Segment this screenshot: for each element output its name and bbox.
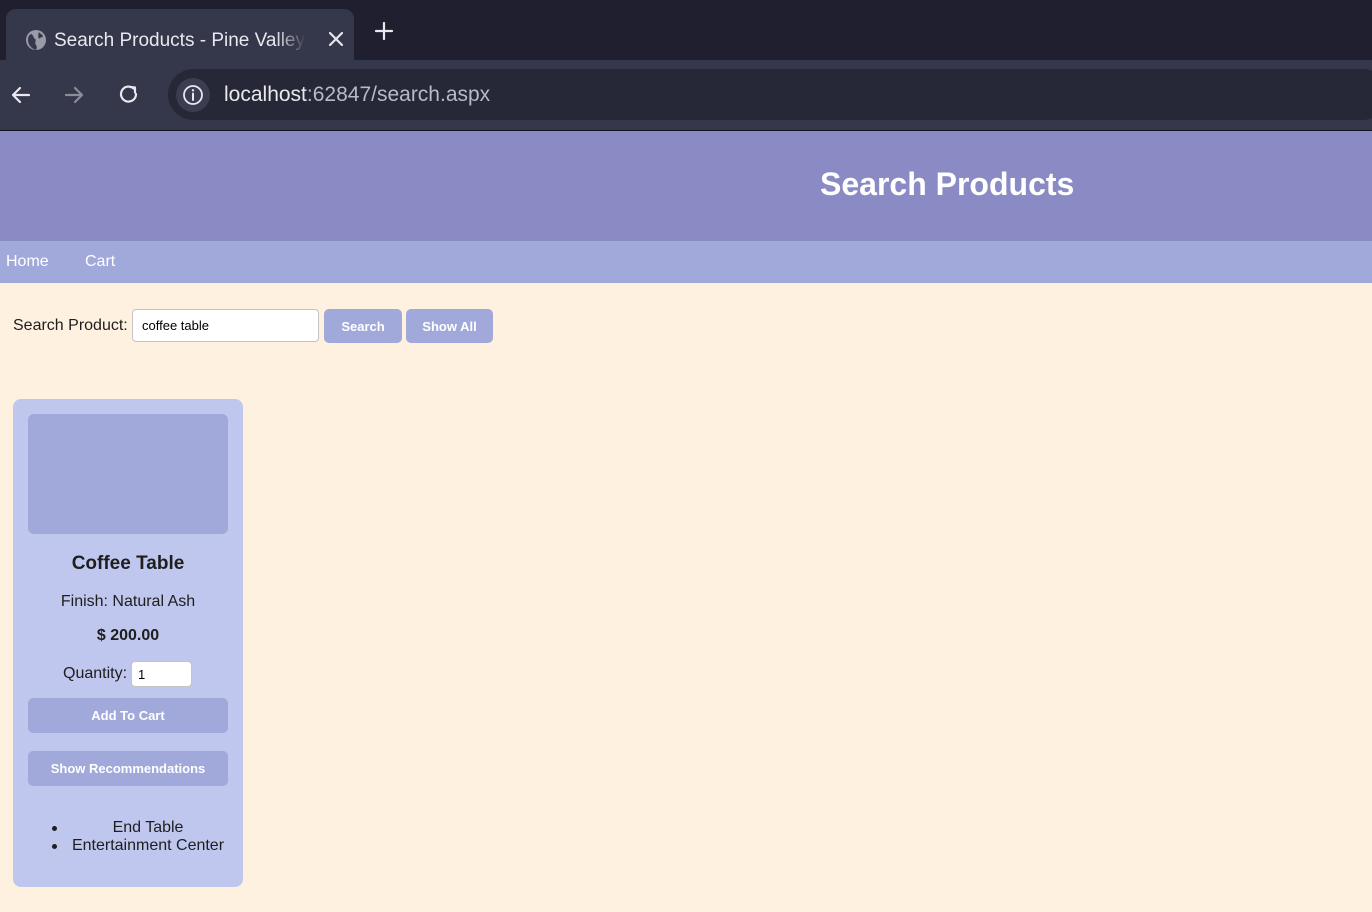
nav-link-cart[interactable]: Cart — [85, 252, 115, 272]
product-name: Coffee Table — [71, 553, 185, 574]
back-icon[interactable] — [8, 82, 34, 108]
recommendation-label: End Table — [112, 819, 184, 836]
list-item: End Table — [13, 819, 243, 837]
reload-icon[interactable] — [116, 82, 142, 108]
tab-title: Search Products - Pine Valley Furniture — [54, 30, 306, 51]
url-host: localhost — [224, 83, 307, 106]
product-image — [28, 414, 228, 534]
search-input[interactable] — [132, 309, 319, 342]
product-price: $ 200.00 — [96, 627, 160, 644]
show-all-button[interactable]: Show All — [406, 309, 493, 343]
show-recommendations-button[interactable]: Show Recommendations — [28, 751, 228, 786]
browser-tab[interactable]: Search Products - Pine Valley Furniture — [6, 9, 354, 60]
bullet-icon — [52, 844, 57, 849]
page-header: Search Products — [0, 131, 1372, 241]
recommendations-list: End Table Entertainment Center — [13, 819, 243, 855]
bullet-icon — [52, 826, 57, 831]
url-path: :62847/search.aspx — [306, 83, 491, 106]
close-tab-icon[interactable] — [326, 29, 346, 49]
forward-icon[interactable] — [61, 82, 87, 108]
recommendation-label: Entertainment Center — [71, 837, 225, 854]
browser-toolbar: localhost:62847/search.aspx — [0, 60, 1372, 131]
globe-icon — [26, 30, 46, 50]
quantity-label: Quantity: — [63, 665, 128, 682]
search-label: Search Product: — [13, 317, 128, 334]
nav-link-home[interactable]: Home — [6, 252, 49, 272]
site-info-icon[interactable] — [176, 78, 210, 112]
page-title: Search Products — [820, 166, 1075, 202]
address-bar[interactable]: localhost:62847/search.aspx — [168, 69, 1372, 120]
add-to-cart-button[interactable]: Add To Cart — [28, 698, 228, 733]
product-card: Coffee Table Finish: Natural Ash $ 200.0… — [13, 399, 243, 887]
url-text: localhost:62847/search.aspx — [224, 82, 490, 108]
product-finish: Finish: Natural Ash — [60, 593, 196, 610]
browser-tab-strip: Search Products - Pine Valley Furniture — [0, 0, 1372, 60]
quantity-input[interactable] — [131, 661, 192, 687]
new-tab-icon[interactable] — [372, 19, 396, 43]
navbar: Home Cart — [0, 241, 1372, 283]
search-button[interactable]: Search — [324, 309, 402, 343]
list-item: Entertainment Center — [13, 837, 243, 855]
